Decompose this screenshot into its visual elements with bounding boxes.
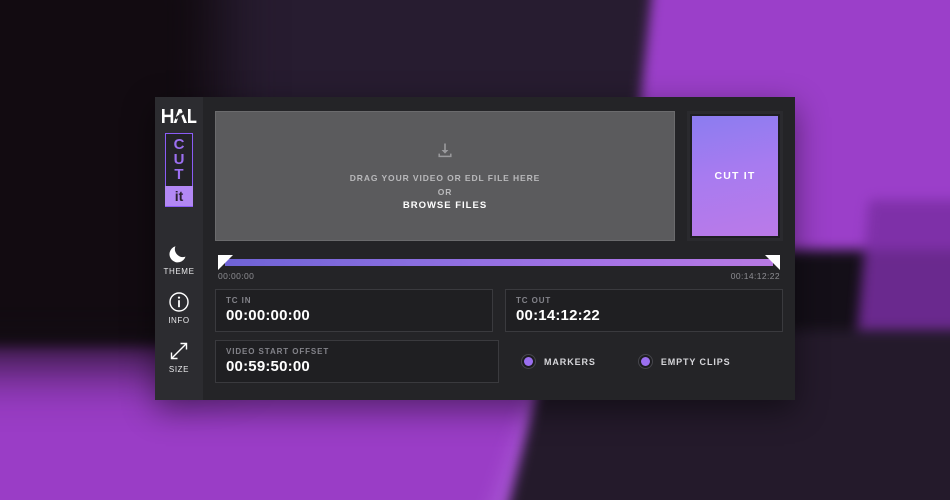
cut-it-button[interactable]: CUT IT	[687, 111, 783, 241]
tc-out-label: TC OUT	[516, 296, 552, 305]
app-window: C U T it THEME INFO SIZE DRAG YOUR VIDEO…	[155, 97, 795, 400]
video-start-offset-label: VIDEO START OFFSET	[226, 347, 330, 356]
empty-clips-toggle-indicator	[637, 354, 653, 369]
tc-in-field[interactable]: TC IN 00:00:00:00	[215, 289, 493, 332]
sidebar-item-size-label: SIZE	[168, 365, 190, 374]
tc-in-value[interactable]: 00:00:00:00	[226, 307, 482, 324]
toggle-group: MARKERS EMPTY CLIPS	[511, 340, 783, 383]
dropzone-instruction: DRAG YOUR VIDEO OR EDL FILE HERE	[349, 172, 541, 183]
dropzone-or-separator: OR	[437, 186, 453, 197]
video-start-offset-value[interactable]: 00:59:50:00	[226, 358, 488, 375]
field-row-tc: TC IN 00:00:00:00 TC OUT 00:14:12:22	[215, 289, 783, 332]
cut-it-button-label: CUT IT	[692, 116, 778, 236]
tc-out-value[interactable]: 00:14:12:22	[516, 307, 772, 324]
hal-logo-icon	[162, 109, 197, 123]
markers-toggle[interactable]: MARKERS	[521, 354, 596, 369]
tc-out-field[interactable]: TC OUT 00:14:12:22	[505, 289, 783, 332]
timeline-end-timecode: 00:14:12:22	[730, 271, 780, 281]
sidebar-item-size[interactable]: SIZE	[155, 339, 203, 374]
sidebar-tool-list: THEME INFO SIZE	[155, 241, 203, 374]
sidebar-item-info[interactable]: INFO	[155, 290, 203, 325]
timeline-timecodes: 00:00:00 00:14:12:22	[218, 271, 780, 281]
brand-letter-t: T	[174, 166, 184, 183]
markers-toggle-label: MARKERS	[544, 356, 596, 367]
tc-in-label: TC IN	[226, 296, 252, 305]
moon-icon	[168, 241, 190, 265]
download-tray-icon	[436, 142, 454, 165]
markers-toggle-indicator	[521, 354, 536, 369]
brand-it-badge: it	[165, 186, 193, 206]
brand-cut-box: C U T it	[165, 133, 193, 207]
info-circle-icon	[168, 290, 190, 314]
field-area: TC IN 00:00:00:00 TC OUT 00:14:12:22 VID…	[215, 289, 783, 383]
sidebar-item-theme[interactable]: THEME	[155, 241, 203, 276]
file-dropzone[interactable]: DRAG YOUR VIDEO OR EDL FILE HERE OR BROW…	[215, 111, 675, 241]
field-row-offset-toggles: VIDEO START OFFSET 00:59:50:00 MARKERS E…	[215, 340, 783, 383]
timeline-track[interactable]	[225, 259, 773, 266]
sidebar-item-theme-label: THEME	[163, 267, 195, 276]
main-panel: DRAG YOUR VIDEO OR EDL FILE HERE OR BROW…	[203, 97, 795, 400]
sidebar: C U T it THEME INFO SIZE	[155, 97, 203, 400]
sidebar-item-info-label: INFO	[168, 316, 190, 325]
empty-clips-toggle[interactable]: EMPTY CLIPS	[637, 354, 731, 369]
video-start-offset-field[interactable]: VIDEO START OFFSET 00:59:50:00	[215, 340, 499, 383]
timeline-range-slider[interactable]: 00:00:00 00:14:12:22	[215, 253, 783, 283]
timeline-start-timecode: 00:00:00	[218, 271, 255, 281]
browse-files-link[interactable]: BROWSE FILES	[403, 200, 487, 211]
brand-letter-c: C	[173, 136, 185, 153]
hal-logo	[159, 105, 199, 127]
resize-diagonal-icon	[168, 339, 190, 363]
empty-clips-toggle-label: EMPTY CLIPS	[660, 356, 731, 367]
top-row: DRAG YOUR VIDEO OR EDL FILE HERE OR BROW…	[215, 111, 783, 241]
brand-letter-u: U	[173, 151, 185, 168]
